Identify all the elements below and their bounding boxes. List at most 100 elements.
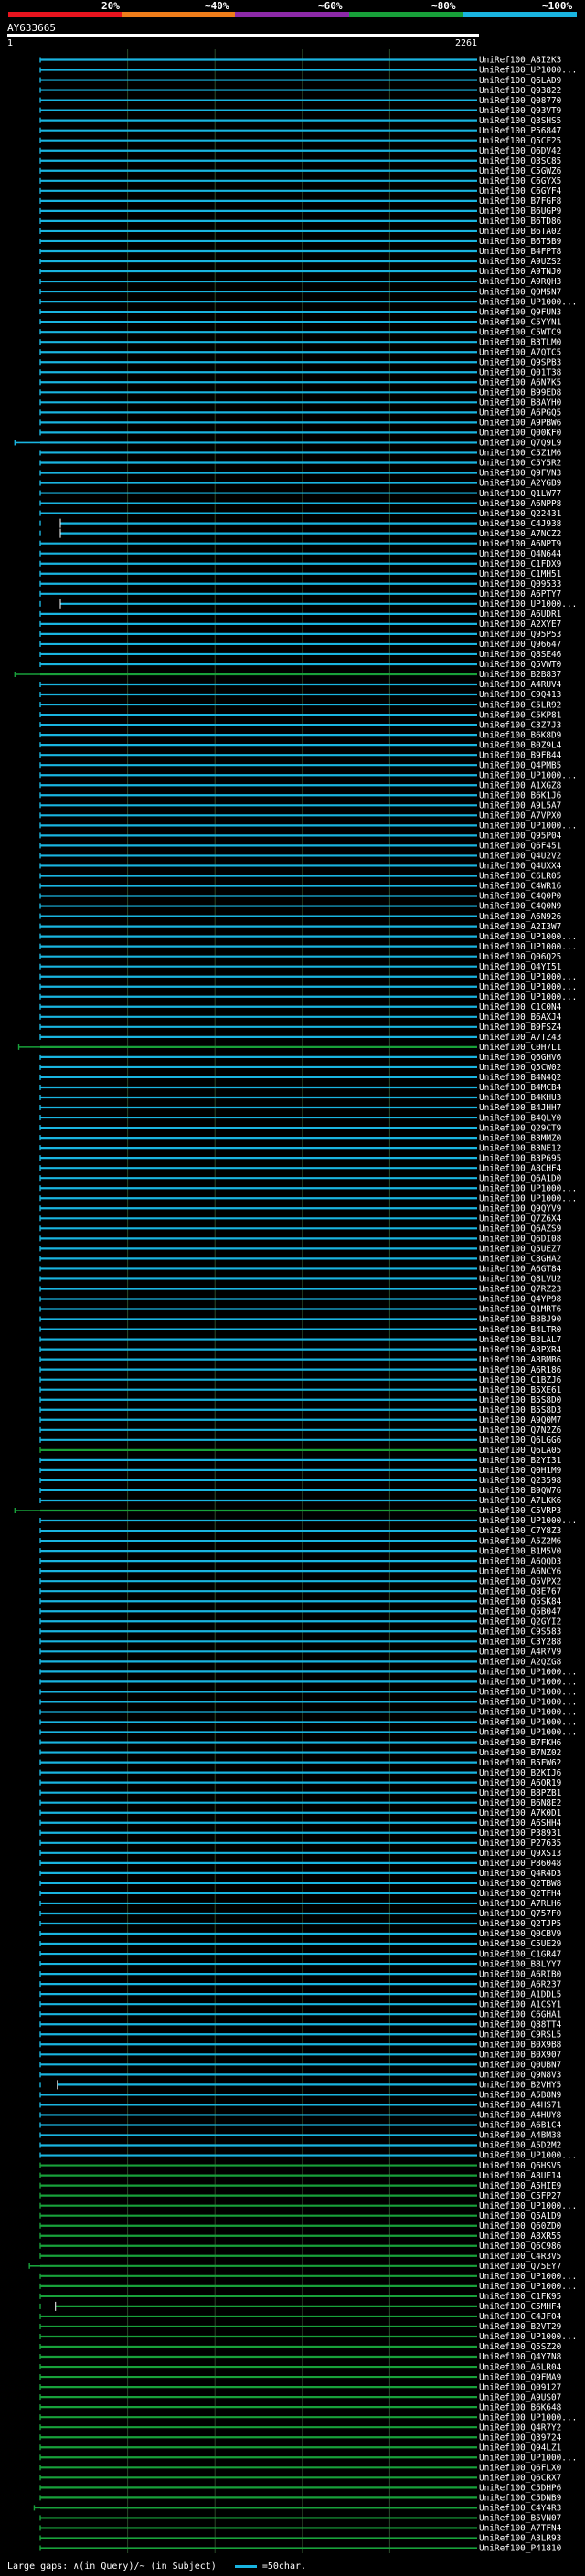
hit-label[interactable]: UniRef100_Q00KF0 — [479, 429, 562, 439]
hit-label[interactable]: UniRef100_B7NZ02 — [479, 1748, 561, 1758]
hit-label[interactable]: UniRef100_C1BZJ6 — [479, 1375, 562, 1385]
hit-label[interactable]: UniRef100_C6GYF4 — [479, 186, 562, 196]
hit-label[interactable]: UniRef100_B7FKH6 — [479, 1738, 562, 1748]
hit-label[interactable]: UniRef100_A6QR19 — [479, 1778, 562, 1788]
hit-label[interactable]: UniRef100_Q09533 — [479, 579, 561, 589]
hit-label[interactable]: UniRef100_A7TFN4 — [479, 2524, 562, 2534]
hit-label[interactable]: UniRef100_Q4N644 — [479, 549, 562, 559]
hit-label[interactable]: UniRef100_Q0CBV9 — [479, 1929, 562, 1939]
hit-label[interactable]: UniRef100_C1GR47 — [479, 1949, 561, 1959]
hit-label[interactable]: UniRef100_B5S8D0 — [479, 1395, 562, 1405]
hit-label[interactable]: UniRef100_UP1000... — [479, 2332, 577, 2342]
hit-label[interactable]: UniRef100_UP1000... — [479, 2282, 577, 2292]
hit-label[interactable]: UniRef100_Q94LZ1 — [479, 2443, 562, 2453]
hit-label[interactable]: UniRef100_C5MHF4 — [479, 2302, 562, 2312]
hit-label[interactable]: UniRef100_C1C0N4 — [479, 1002, 562, 1012]
hit-label[interactable]: UniRef100_A6R237 — [479, 1979, 561, 1989]
hit-label[interactable]: UniRef100_C6LR05 — [479, 872, 561, 882]
hit-label[interactable]: UniRef100_Q5CF25 — [479, 136, 561, 146]
hit-label[interactable]: UniRef100_B8PZB1 — [479, 1788, 562, 1798]
hit-label[interactable]: UniRef100_A6QQD3 — [479, 1556, 561, 1566]
hit-label[interactable]: UniRef100_C9Q413 — [479, 690, 561, 700]
hit-label[interactable]: UniRef100_B3NE12 — [479, 1143, 561, 1153]
hit-label[interactable]: UniRef100_C4R3V5 — [479, 2252, 561, 2262]
hit-label[interactable]: UniRef100_A9US07 — [479, 2392, 561, 2402]
hit-label[interactable]: UniRef100_A6UDR1 — [479, 610, 562, 620]
hit-label[interactable]: UniRef100_B4FPT8 — [479, 247, 562, 257]
hit-label[interactable]: UniRef100_Q96647 — [479, 640, 561, 650]
hit-label[interactable]: UniRef100_A4BM38 — [479, 2131, 562, 2141]
hit-label[interactable]: UniRef100_Q6FLX0 — [479, 2463, 562, 2473]
hit-label[interactable]: UniRef100_B5S8D3 — [479, 1405, 561, 1415]
hit-label[interactable]: UniRef100_B5VN07 — [479, 2514, 561, 2524]
hit-label[interactable]: UniRef100_Q6A1D0 — [479, 1173, 562, 1183]
hit-label[interactable]: UniRef100_Q4YP98 — [479, 1295, 562, 1305]
hit-label[interactable]: UniRef100_A6GT84 — [479, 1265, 562, 1275]
hit-label[interactable]: UniRef100_A5HIE9 — [479, 2181, 562, 2191]
hit-label[interactable]: UniRef100_Q6DV42 — [479, 146, 561, 156]
hit-label[interactable]: UniRef100_C5LR92 — [479, 700, 561, 710]
hit-label[interactable]: UniRef100_Q95P04 — [479, 832, 562, 842]
hit-label[interactable]: UniRef100_Q1LW77 — [479, 489, 561, 499]
hit-label[interactable]: UniRef100_Q93VT9 — [479, 106, 562, 116]
hit-label[interactable]: UniRef100_UP1000... — [479, 1688, 577, 1698]
hit-label[interactable]: UniRef100_C4WR16 — [479, 882, 562, 892]
hit-label[interactable]: UniRef100_UP1000... — [479, 1193, 577, 1203]
hit-label[interactable]: UniRef100_Q3SHS5 — [479, 116, 561, 126]
hit-label[interactable]: UniRef100_Q6LA05 — [479, 1446, 561, 1456]
hit-label[interactable]: UniRef100_UP1000... — [479, 992, 577, 1002]
hit-label[interactable]: UniRef100_B4MCB4 — [479, 1083, 562, 1093]
hit-label[interactable]: UniRef100_Q2TBW8 — [479, 1879, 562, 1889]
hit-label[interactable]: UniRef100_Q1MRT6 — [479, 1305, 562, 1315]
hit-label[interactable]: UniRef100_C1FDX9 — [479, 559, 562, 569]
hit-label[interactable]: UniRef100_A4RUV4 — [479, 680, 562, 690]
hit-label[interactable]: UniRef100_Q6HSV5 — [479, 2161, 561, 2171]
hit-label[interactable]: UniRef100_UP1000... — [479, 982, 577, 992]
hit-label[interactable]: UniRef100_Q2GYI2 — [479, 1617, 561, 1627]
hit-label[interactable]: UniRef100_Q6LAD9 — [479, 76, 562, 86]
hit-label[interactable]: UniRef100_C6GYX5 — [479, 176, 561, 186]
hit-label[interactable]: UniRef100_Q4R7Y2 — [479, 2422, 561, 2433]
hit-label[interactable]: UniRef100_B6K1J6 — [479, 790, 562, 800]
hit-label[interactable]: UniRef100_A6NPP8 — [479, 499, 562, 509]
hit-label[interactable]: UniRef100_Q9N8V3 — [479, 2071, 561, 2081]
hit-label[interactable]: UniRef100_B8BJ90 — [479, 1315, 562, 1325]
hit-label[interactable]: UniRef100_UP1000... — [479, 2272, 577, 2282]
hit-label[interactable]: UniRef100_B6K648 — [479, 2402, 562, 2412]
hit-label[interactable]: UniRef100_Q8SE46 — [479, 650, 562, 660]
hit-label[interactable]: UniRef100_C5FP27 — [479, 2191, 561, 2201]
hit-label[interactable]: UniRef100_A2QZG8 — [479, 1658, 562, 1668]
hit-label[interactable]: UniRef100_C8GHA2 — [479, 1255, 561, 1265]
hit-label[interactable]: UniRef100_B5FW62 — [479, 1758, 561, 1768]
hit-label[interactable]: UniRef100_Q9XS13 — [479, 1849, 561, 1859]
hit-label[interactable]: UniRef100_A8UE14 — [479, 2171, 562, 2181]
hit-label[interactable]: UniRef100_Q0H1M9 — [479, 1466, 562, 1476]
hit-label[interactable]: UniRef100_B3MMZ0 — [479, 1133, 562, 1143]
hit-label[interactable]: UniRef100_B1M5V0 — [479, 1546, 562, 1556]
hit-label[interactable]: UniRef100_A6B1C4 — [479, 2121, 562, 2131]
hit-label[interactable]: UniRef100_UP1000... — [479, 66, 577, 76]
hit-label[interactable]: UniRef100_Q5CW02 — [479, 1063, 561, 1073]
hit-label[interactable]: UniRef100_P56847 — [479, 126, 561, 136]
hit-label[interactable]: UniRef100_UP1000... — [479, 1183, 577, 1193]
hit-label[interactable]: UniRef100_Q9M5N7 — [479, 287, 561, 297]
hit-label[interactable]: UniRef100_A8BMB6 — [479, 1355, 562, 1365]
hit-label[interactable]: UniRef100_B4JHH7 — [479, 1103, 561, 1113]
hit-label[interactable]: UniRef100_C5Y5R2 — [479, 459, 561, 469]
hit-label[interactable]: UniRef100_C5VRP3 — [479, 1506, 561, 1516]
hit-label[interactable]: UniRef100_Q6AZS9 — [479, 1224, 562, 1235]
hit-label[interactable]: UniRef100_A4R7V9 — [479, 1648, 562, 1658]
hit-label[interactable]: UniRef100_UP1000... — [479, 1698, 577, 1708]
hit-label[interactable]: UniRef100_Q93822 — [479, 86, 561, 96]
hit-label[interactable]: UniRef100_Q6C986 — [479, 2242, 562, 2252]
hit-label[interactable]: UniRef100_Q5VPX2 — [479, 1576, 561, 1586]
hit-label[interactable]: UniRef100_UP1000... — [479, 2453, 577, 2463]
hit-label[interactable]: UniRef100_A5D2M2 — [479, 2141, 561, 2151]
hit-label[interactable]: UniRef100_UP1000... — [479, 822, 577, 832]
hit-label[interactable]: UniRef100_Q7Z6X4 — [479, 1214, 562, 1224]
hit-label[interactable]: UniRef100_A9L5A7 — [479, 801, 561, 811]
hit-label[interactable]: UniRef100_B2B837 — [479, 670, 561, 680]
hit-label[interactable]: UniRef100_A9UZS2 — [479, 257, 561, 267]
hit-label[interactable]: UniRef100_A4HUY8 — [479, 2111, 562, 2121]
hit-label[interactable]: UniRef100_Q4U2V2 — [479, 852, 561, 862]
